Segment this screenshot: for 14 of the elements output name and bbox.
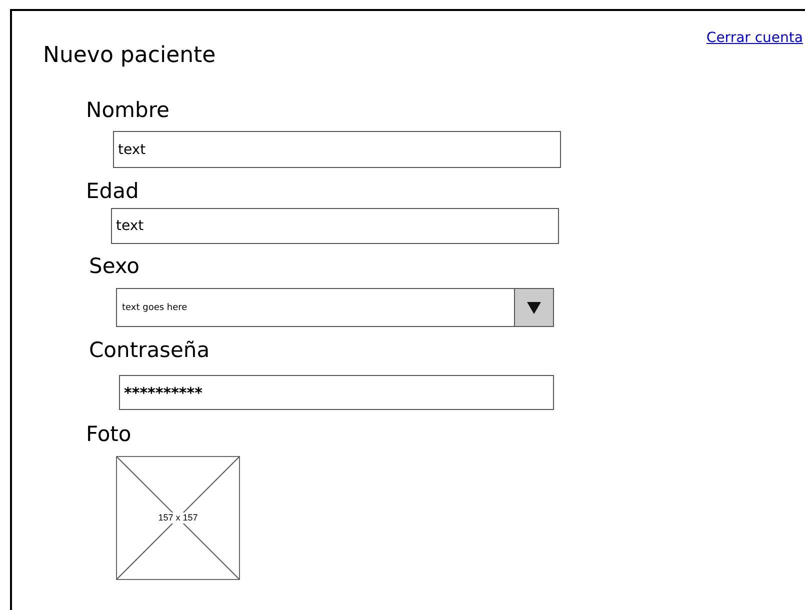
logout-link[interactable]: Cerrar cuenta <box>706 28 803 48</box>
field-label: Edad <box>86 178 139 205</box>
caret-icon <box>527 302 541 314</box>
input-field[interactable]: text <box>111 208 559 244</box>
field-label: Nombre <box>86 97 170 124</box>
field-label: Contraseña <box>89 337 210 364</box>
password-field[interactable]: ********** <box>119 375 554 410</box>
input-field[interactable]: text <box>113 131 561 168</box>
image-size-label: 157 x 157 <box>157 512 199 524</box>
field-label: Sexo <box>89 253 140 280</box>
dropdown-button[interactable] <box>514 289 553 326</box>
page-title: Nuevo paciente <box>43 42 216 70</box>
field-label: Foto <box>86 421 132 448</box>
dropdown-field[interactable]: text goes here <box>116 288 554 327</box>
